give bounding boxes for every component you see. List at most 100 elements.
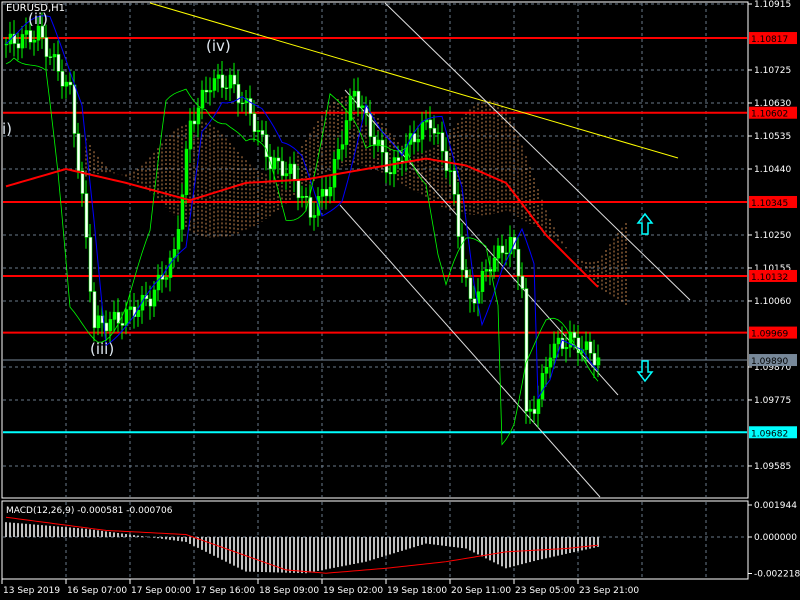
macd-histogram-bar (429, 537, 431, 545)
macd-histogram-bar (69, 527, 71, 537)
macd-histogram-bar (589, 537, 591, 549)
candle-body (392, 157, 397, 175)
macd-histogram-bar (153, 537, 155, 538)
macd-histogram-bar (557, 537, 559, 556)
candle-body (312, 215, 317, 218)
time-label: 19 Sep 02:00 (323, 586, 383, 596)
candle-body (412, 133, 417, 143)
candle-body (80, 170, 85, 194)
candle-body (524, 288, 529, 412)
candle-body (428, 119, 433, 129)
macd-histogram-bar (549, 537, 551, 558)
macd-histogram-bar (369, 537, 371, 561)
candle-body (432, 127, 437, 134)
macd-histogram-bar (417, 537, 419, 546)
macd-tick-label: -0.002218 (754, 570, 800, 580)
candle-body (444, 150, 449, 171)
macd-histogram-bar (165, 537, 167, 540)
candle-body (592, 352, 597, 366)
macd-histogram-bar (85, 528, 87, 537)
candle-body (452, 170, 457, 195)
macd-histogram-bar (241, 537, 243, 570)
time-label: 23 Sep 05:00 (515, 586, 575, 596)
candle-body (156, 274, 161, 291)
macd-histogram-bar (329, 537, 331, 569)
macd-histogram-bar (361, 537, 363, 563)
time-label: 16 Sep 07:00 (67, 586, 127, 596)
macd-histogram-bar (125, 534, 127, 537)
candle-body (32, 39, 37, 43)
macd-histogram-bar (321, 537, 323, 571)
candle-body (220, 74, 225, 88)
wave-label: (iii) (90, 340, 114, 358)
candle-body (504, 252, 509, 255)
macd-histogram-bar (333, 537, 335, 568)
candle-body (396, 157, 401, 162)
macd-histogram-bar (5, 522, 7, 537)
macd-histogram-bar (245, 537, 247, 572)
macd-histogram-bar (365, 537, 367, 562)
candle-body (252, 113, 257, 132)
macd-histogram-bar (441, 537, 443, 546)
macd-histogram-bar (157, 537, 159, 539)
macd-histogram-bar (41, 525, 43, 537)
chart-title: EURUSD,H1 (6, 3, 66, 14)
candle-body (96, 315, 101, 329)
candle-body (448, 170, 453, 172)
macd-histogram-bar (541, 537, 543, 560)
macd-histogram-bar (393, 537, 395, 554)
candle-body (128, 306, 133, 310)
macd-histogram-bar (309, 537, 311, 573)
candle-body (344, 120, 349, 145)
macd-histogram-bar (397, 537, 399, 553)
candle-body (104, 322, 109, 332)
candle-body (108, 319, 113, 332)
macd-histogram-bar (453, 537, 455, 548)
macd-histogram-bar (81, 528, 83, 537)
candle-body (176, 229, 181, 250)
macd-histogram-bar (457, 537, 459, 548)
macd-histogram-bar (357, 537, 359, 564)
candle-body (492, 257, 497, 272)
candle-body (464, 269, 469, 279)
candle-body (372, 136, 377, 145)
macd-histogram-bar (305, 537, 307, 574)
price-tick-label: 1.10535 (754, 132, 791, 142)
macd-histogram-bar (273, 537, 275, 573)
macd-histogram-bar (177, 537, 179, 541)
candle-body (572, 331, 577, 339)
candle-body (224, 87, 229, 89)
macd-histogram-bar (345, 537, 347, 566)
candle-body (352, 90, 357, 97)
macd-histogram-bar (529, 537, 531, 563)
macd-histogram-bar (293, 537, 295, 573)
macd-histogram-bar (537, 537, 539, 561)
wave-label: (iv) (206, 37, 231, 55)
macd-histogram-bar (373, 537, 375, 560)
candle-body (556, 337, 561, 345)
macd-histogram-bar (545, 537, 547, 559)
macd-histogram-bar (505, 537, 507, 569)
macd-histogram-bar (101, 530, 103, 537)
candle-body (52, 54, 57, 58)
candle-body (152, 289, 157, 307)
candle-body (180, 194, 185, 230)
candle-body (164, 277, 169, 280)
candle-body (544, 366, 549, 374)
candle-body (216, 74, 221, 79)
macd-histogram-bar (301, 537, 303, 574)
time-label: 20 Sep 11:00 (451, 586, 511, 596)
candle-body (284, 173, 289, 177)
macd-histogram-bar (405, 537, 407, 550)
candle-body (388, 172, 393, 175)
macd-histogram-bar (141, 536, 143, 537)
candle-body (484, 269, 489, 272)
macd-histogram-bar (181, 537, 183, 542)
macd-histogram-bar (449, 537, 451, 547)
macd-histogram-bar (525, 537, 527, 564)
candle-body (72, 84, 77, 134)
macd-histogram-bar (445, 537, 447, 547)
price-tick-label: 1.10060 (754, 297, 791, 307)
macd-histogram-bar (185, 537, 187, 542)
candle-body (280, 160, 285, 177)
